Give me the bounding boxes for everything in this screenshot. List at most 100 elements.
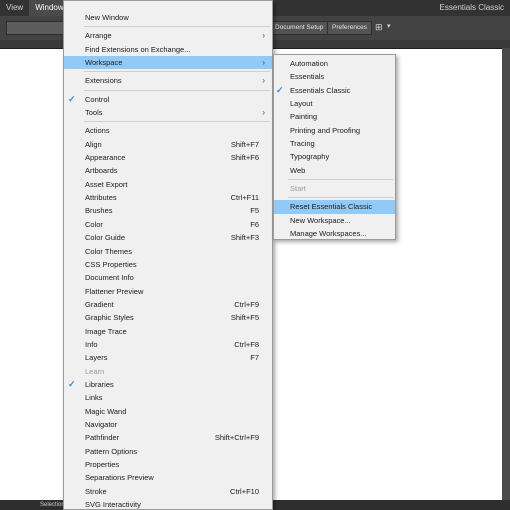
checkmark-icon: ✓: [68, 378, 76, 389]
menu-item-panel[interactable]: Image Trace: [64, 325, 272, 338]
workspace-essentials[interactable]: Essentials: [274, 70, 395, 83]
menu-item-label: CSS Properties: [85, 259, 137, 269]
menu-item-panel[interactable]: Brushes F5: [64, 204, 272, 217]
menu-item-workspace[interactable]: Workspace ›: [64, 56, 272, 70]
menu-item-arrange[interactable]: Arrange ›: [64, 29, 272, 42]
menu-item-label: Separations Preview: [85, 473, 154, 483]
vertical-scrollbar[interactable]: [502, 48, 510, 500]
menu-item-label: Gradient: [85, 299, 114, 309]
menu-item-panel[interactable]: Gradient Ctrl+F9: [64, 298, 272, 311]
menu-item-label: Document Info: [85, 273, 134, 283]
menu-item-control[interactable]: ✓ Control: [64, 93, 272, 106]
menu-item-label: Align: [85, 139, 102, 149]
menu-item-shortcut: Shift+F6: [230, 153, 259, 163]
menu-item-panel[interactable]: Layers F7: [64, 351, 272, 364]
menu-separator: [84, 71, 270, 73]
workspace-automation[interactable]: Automation: [274, 57, 395, 70]
menu-item-panel[interactable]: Document Info: [64, 271, 272, 284]
menu-item-panel[interactable]: Flattener Preview: [64, 285, 272, 298]
menu-item-label: Color: [85, 219, 103, 229]
menu-separator: [84, 121, 270, 123]
menu-item-tools[interactable]: Tools ›: [64, 106, 272, 119]
menu-item-panel[interactable]: Links: [64, 391, 272, 404]
menu-item-label: Info: [85, 339, 98, 349]
menu-view[interactable]: View: [0, 0, 29, 16]
menu-item-label: Magic Wand: [85, 406, 127, 416]
window-menu: New Window Arrange › Find Extensions on E…: [63, 0, 273, 510]
chevron-down-icon[interactable]: ▾: [387, 21, 391, 33]
menu-item-label: Control: [85, 94, 110, 104]
menu-item-label: Learn: [85, 366, 105, 376]
menu-item-label: Extensions: [85, 76, 122, 86]
preferences-button[interactable]: Preferences: [327, 21, 373, 35]
checkmark-icon: ✓: [276, 84, 284, 95]
control-field[interactable]: [6, 21, 64, 35]
menu-item-label: Pattern Options: [85, 446, 138, 456]
menu-item-label: Asset Export: [85, 179, 128, 189]
menu-item-label: Essentials: [290, 72, 325, 82]
workspace-new-button[interactable]: New Workspace...: [274, 214, 395, 227]
menu-item-label: Tools: [85, 108, 103, 118]
menu-item-panel[interactable]: Attributes Ctrl+F11: [64, 191, 272, 204]
menu-item-shortcut: F7: [250, 353, 259, 363]
menu-item-label: Stroke: [85, 486, 107, 496]
menu-item-panel[interactable]: Pattern Options: [64, 445, 272, 458]
menu-item-shortcut: F5: [250, 206, 259, 216]
menu-item-label: Find Extensions on Exchange...: [85, 44, 191, 54]
workspace-manage-button[interactable]: Manage Workspaces...: [274, 227, 395, 240]
menu-item-panel[interactable]: CSS Properties: [64, 258, 272, 271]
menu-item-shortcut: Shift+Ctrl+F9: [214, 433, 259, 443]
menu-item-panel[interactable]: Actions: [64, 124, 272, 137]
workspace-printing-proofing[interactable]: Printing and Proofing: [274, 124, 395, 137]
menu-item-panel[interactable]: Color F6: [64, 218, 272, 231]
menu-separator: [84, 89, 270, 91]
menu-item-panel[interactable]: Pathfinder Shift+Ctrl+F9: [64, 431, 272, 444]
menu-item-label: Essentials Classic: [290, 85, 351, 95]
menu-item-label: Web: [290, 165, 306, 175]
menu-item-label: Properties: [85, 460, 120, 469]
workspace-switcher[interactable]: Essentials Classic: [440, 0, 504, 16]
menu-item-panel[interactable]: SVG Interactivity: [64, 498, 272, 510]
menu-item-panel[interactable]: Stroke Ctrl+F10: [64, 485, 272, 498]
workspace-reset-button[interactable]: Reset Essentials Classic: [274, 200, 395, 214]
menu-item-new-window[interactable]: New Window: [64, 11, 272, 24]
workspace-essentials-classic[interactable]: ✓ Essentials Classic: [274, 84, 395, 97]
menu-item-panel[interactable]: Separations Preview: [64, 471, 272, 484]
menu-item-panel[interactable]: Artboards: [64, 164, 272, 177]
menu-item-label: Layers: [85, 353, 108, 363]
menu-item-shortcut: F6: [250, 219, 259, 229]
menu-item-panel[interactable]: Properties: [64, 458, 272, 471]
workspace-typography[interactable]: Typography: [274, 150, 395, 163]
menu-item-panel[interactable]: Magic Wand: [64, 405, 272, 418]
menu-item-panel[interactable]: Align Shift+F7: [64, 138, 272, 151]
menu-item-label: Start: [290, 184, 306, 194]
chevron-right-icon: ›: [262, 31, 265, 41]
menu-item-label: Appearance: [85, 153, 126, 163]
workspace-tracing[interactable]: Tracing: [274, 137, 395, 150]
menu-item-panel[interactable]: Info Ctrl+F8: [64, 338, 272, 351]
menu-item-panel[interactable]: Color Guide Shift+F3: [64, 231, 272, 244]
document-setup-button[interactable]: Document Setup: [270, 21, 329, 35]
menu-item-label: Brushes: [85, 206, 113, 216]
menu-item-panel[interactable]: Graphic Styles Shift+F5: [64, 311, 272, 324]
menu-item-panel[interactable]: Appearance Shift+F6: [64, 151, 272, 164]
menu-item-panel[interactable]: ✓ Libraries: [64, 378, 272, 391]
menu-item-extensions[interactable]: Extensions ›: [64, 74, 272, 87]
menu-item-panel[interactable]: Asset Export: [64, 178, 272, 191]
workspace-web[interactable]: Web: [274, 164, 395, 177]
arrange-documents-icon[interactable]: ⊞: [375, 21, 385, 33]
checkmark-icon: ✓: [68, 93, 76, 104]
menu-item-label: Pathfinder: [85, 433, 120, 443]
menu-item-shortcut: Ctrl+F10: [230, 486, 259, 496]
menu-item-panel[interactable]: Navigator: [64, 418, 272, 431]
workspace-layout[interactable]: Layout: [274, 97, 395, 110]
menu-item-label: Color Themes: [85, 246, 132, 256]
menu-item-label: New Window: [85, 13, 129, 22]
menu-item-label: Flattener Preview: [85, 286, 144, 296]
workspace-painting[interactable]: Painting: [274, 110, 395, 123]
menu-item-panel[interactable]: Color Themes: [64, 245, 272, 258]
menu-item-label: Actions: [85, 126, 110, 136]
menu-item-label: New Workspace...: [290, 215, 351, 225]
menu-item-find-extensions[interactable]: Find Extensions on Exchange...: [64, 43, 272, 56]
workspace-start: Start: [274, 182, 395, 195]
